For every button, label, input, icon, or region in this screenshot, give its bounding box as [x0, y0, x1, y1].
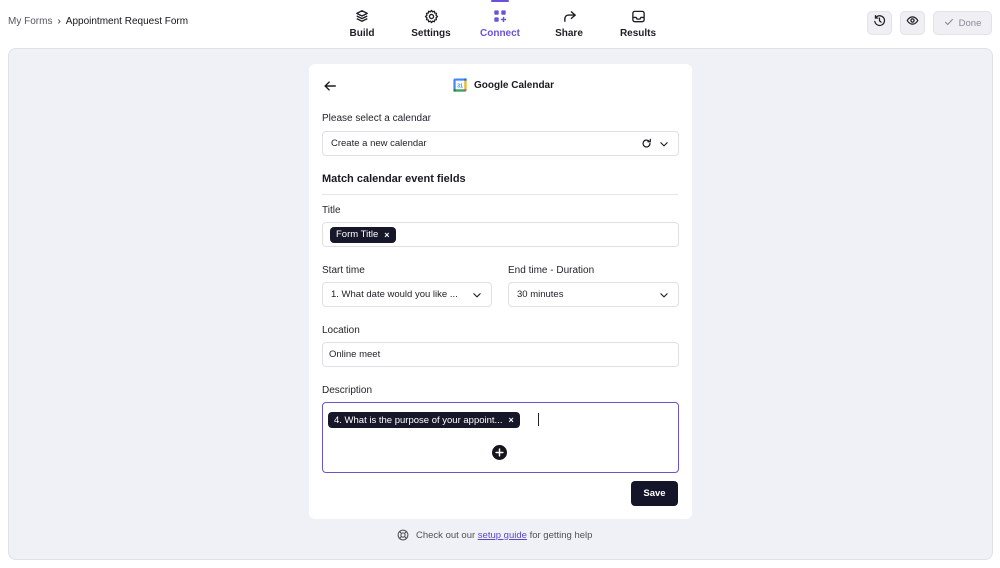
- history-button[interactable]: [867, 11, 892, 35]
- google-calendar-panel: 31 Google Calendar Please select a calen…: [309, 64, 692, 519]
- location-input[interactable]: Online meet: [322, 342, 679, 367]
- start-time-select[interactable]: 1. What date would you like ...: [322, 282, 492, 307]
- chevron-down-icon: [472, 290, 482, 300]
- history-icon: [873, 14, 886, 32]
- tab-settings[interactable]: Settings: [401, 0, 461, 46]
- lifebuoy-icon: [397, 529, 409, 541]
- location-label: Location: [322, 325, 360, 336]
- description-label: Description: [322, 385, 373, 396]
- title-label: Title: [322, 205, 341, 216]
- location-value: Online meet: [329, 349, 381, 360]
- active-tab-indicator: [491, 0, 509, 2]
- text-cursor: [538, 413, 539, 426]
- calendar-select-label: Please select a calendar: [322, 113, 431, 124]
- integration-title: 31 Google Calendar: [453, 78, 554, 92]
- preview-button[interactable]: [900, 11, 925, 35]
- done-label: Done: [958, 17, 982, 29]
- calendar-select-value: Create a new calendar: [331, 138, 427, 149]
- back-arrow-icon[interactable]: [323, 79, 337, 93]
- end-time-value: 30 minutes: [517, 289, 564, 300]
- chevron-down-icon: [659, 139, 669, 149]
- share-arrow-icon: [561, 8, 577, 24]
- start-time-label: Start time: [322, 265, 365, 276]
- google-calendar-logo-icon: 31: [453, 78, 467, 92]
- layers-icon: [354, 8, 370, 24]
- title-chip: Form Title ×: [330, 226, 396, 243]
- panel-title: Google Calendar: [474, 79, 555, 91]
- help-prefix: Check out our: [416, 529, 476, 541]
- title-chip-label: Form Title: [336, 229, 379, 240]
- tab-build[interactable]: Build: [332, 0, 392, 46]
- refresh-icon[interactable]: [641, 138, 652, 149]
- description-field[interactable]: 4. What is the purpose of your appoint..…: [322, 402, 679, 473]
- header-actions: Done: [867, 11, 992, 35]
- title-chip-remove-icon[interactable]: ×: [384, 230, 389, 240]
- tab-results[interactable]: Results: [608, 0, 668, 46]
- save-button[interactable]: Save: [631, 481, 678, 506]
- setup-guide-link[interactable]: setup guide: [478, 530, 527, 541]
- tab-settings-label: Settings: [411, 28, 451, 39]
- main-nav: Build Settings Connect Share Results: [0, 0, 1000, 46]
- panel-header: 31 Google Calendar: [309, 64, 692, 108]
- section-title: Match calendar event fields: [322, 173, 466, 185]
- end-time-select[interactable]: 30 minutes: [508, 282, 679, 307]
- description-chip: 4. What is the purpose of your appoint..…: [328, 412, 520, 428]
- tab-results-label: Results: [619, 28, 657, 39]
- end-time-label: End time - Duration: [508, 265, 595, 276]
- done-button[interactable]: Done: [933, 11, 992, 35]
- chevron-down-icon: [659, 290, 669, 300]
- calendar-select[interactable]: Create a new calendar: [322, 131, 679, 156]
- tab-connect[interactable]: Connect: [470, 0, 530, 46]
- tab-share-label: Share: [555, 28, 583, 39]
- start-time-value: 1. What date would you like ...: [331, 289, 458, 300]
- grid-plus-icon: [492, 8, 508, 24]
- eye-icon: [906, 14, 919, 32]
- tab-connect-label: Connect: [480, 28, 520, 39]
- help-footer: Check out our setup guide for getting he…: [397, 529, 592, 541]
- add-field-icon[interactable]: [492, 445, 507, 460]
- tab-build-label: Build: [349, 28, 375, 39]
- top-bar: My Forms › Appointment Request Form Buil…: [0, 0, 1000, 46]
- inbox-icon: [630, 8, 646, 24]
- section-divider: [322, 194, 678, 195]
- description-chip-remove-icon[interactable]: ×: [508, 415, 513, 425]
- title-field[interactable]: Form Title ×: [322, 222, 679, 247]
- svg-text:31: 31: [457, 84, 463, 90]
- description-chip-label: 4. What is the purpose of your appoint..…: [334, 414, 503, 426]
- tab-share[interactable]: Share: [539, 0, 599, 46]
- gear-icon: [423, 8, 439, 24]
- check-icon: [944, 17, 954, 30]
- help-suffix: for getting help: [529, 529, 593, 541]
